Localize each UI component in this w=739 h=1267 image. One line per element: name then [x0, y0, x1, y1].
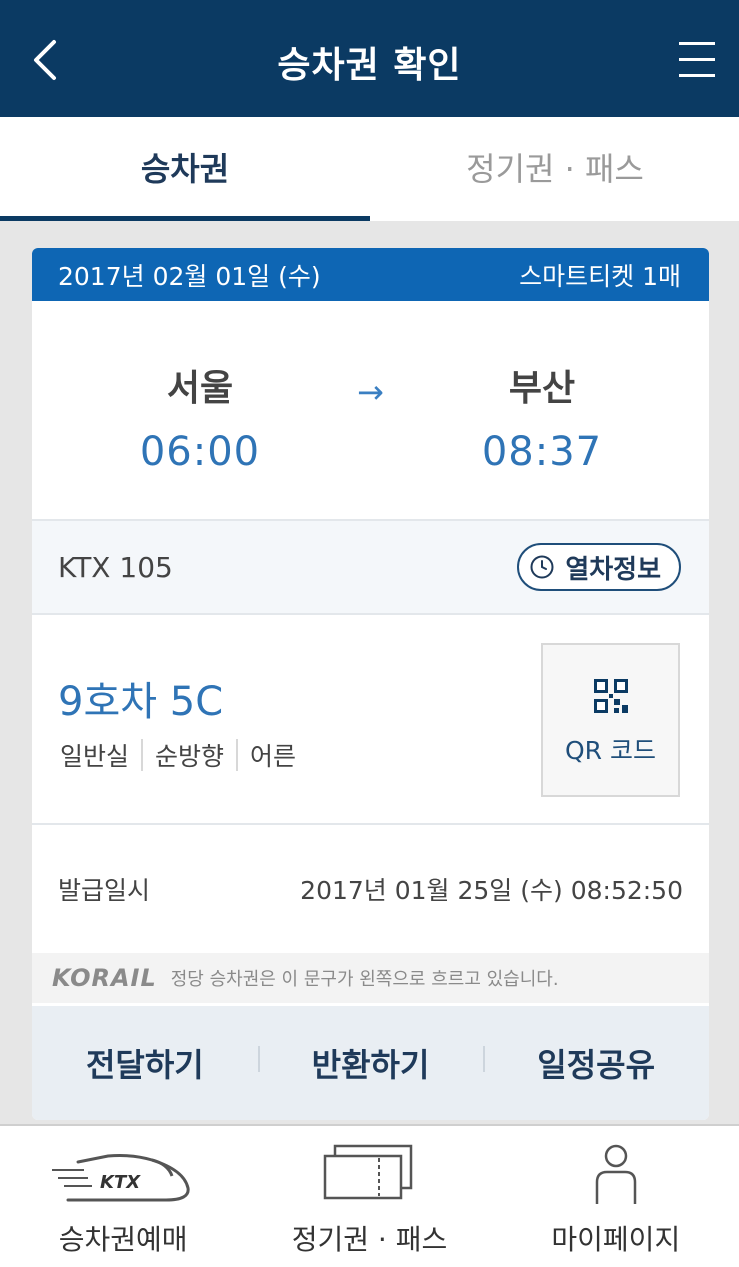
qr-code-button[interactable]: QR 코드 — [541, 643, 680, 797]
train-info-label: 열차정보 — [565, 554, 661, 585]
tab-ticket[interactable]: 승차권 — [0, 117, 370, 221]
ticket-actions: 전달하기 반환하기 일정공유 — [32, 1006, 709, 1120]
seat-section: 9호차 5C 일반실 순방향 어른 QR 코드 — [32, 615, 709, 825]
refund-button[interactable]: 반환하기 — [257, 1040, 484, 1086]
divider — [141, 739, 144, 771]
page-title: 승차권 확인 — [277, 45, 462, 86]
ticket-type: 스마트티켓 1매 — [519, 261, 681, 291]
app-header: 승차권 확인 — [0, 0, 739, 117]
nav-my-page[interactable]: 마이페이지 — [493, 1126, 739, 1267]
transfer-button[interactable]: 전달하기 — [32, 1040, 258, 1086]
ticket-pass-icon — [324, 1144, 413, 1200]
departure: 서울 06:00 — [100, 359, 300, 475]
issued-row: 발급일시 2017년 01월 25일 (수) 08:52:50 — [32, 825, 709, 953]
ktx-icon-text: KTX — [100, 1172, 141, 1193]
validity-strip: KORAIL 정당 승차권은 이 문구가 왼쪽으로 흐르고 있습니다. — [32, 953, 709, 1003]
seat-direction: 순방향 — [155, 742, 225, 771]
ticket-tabs: 승차권 정기권 · 패스 — [0, 117, 739, 221]
arrival-time: 08:37 — [481, 429, 603, 475]
clock-icon — [530, 555, 554, 579]
bottom-nav: KTX 승차권예매 정기권 · 패스 마이페이지 — [0, 1124, 739, 1267]
train-number: KTX 105 — [58, 550, 173, 584]
ticket-card-header: 2017년 02월 01일 (수) 스마트티켓 1매 — [32, 248, 709, 301]
passenger-type: 어른 — [250, 742, 297, 771]
nav-ticket-booking[interactable]: KTX 승차권예매 — [0, 1126, 246, 1267]
korail-logo: KORAIL — [52, 964, 157, 992]
departure-time: 06:00 — [139, 429, 261, 475]
train-row: KTX 105 열차정보 — [32, 521, 709, 615]
nav-label-mypage: 마이페이지 — [551, 1223, 681, 1256]
ktx-train-icon: KTX — [52, 1154, 190, 1202]
validity-text: 정당 승차권은 이 문구가 왼쪽으로 흐르고 있습니다. — [170, 969, 559, 990]
seat-number: 9호차 5C — [58, 679, 224, 725]
issued-label: 발급일시 — [58, 876, 151, 905]
seat-details: 일반실 순방향 어른 — [60, 737, 296, 773]
issued-datetime: 2017년 01월 25일 (수) 08:52:50 — [300, 876, 683, 905]
departure-station: 서울 — [166, 368, 234, 409]
arrival: 부산 08:37 — [442, 359, 642, 475]
divider — [236, 739, 239, 771]
person-icon — [595, 1144, 637, 1204]
nav-season-pass[interactable]: 정기권 · 패스 — [246, 1126, 492, 1267]
nav-label-pass: 정기권 · 패스 — [291, 1223, 448, 1256]
arrival-station: 부산 — [508, 368, 576, 409]
seat-class: 일반실 — [60, 742, 130, 771]
route-section: 서울 06:00 → 부산 08:37 — [32, 301, 709, 521]
hamburger-menu-icon[interactable] — [679, 42, 715, 80]
nav-label-booking: 승차권예매 — [58, 1223, 188, 1256]
train-info-button[interactable]: 열차정보 — [517, 543, 681, 591]
ticket-card: 2017년 02월 01일 (수) 스마트티켓 1매 서울 06:00 → 부산… — [32, 248, 709, 1120]
share-schedule-button[interactable]: 일정공유 — [483, 1040, 709, 1086]
travel-date: 2017년 02월 01일 (수) — [58, 261, 321, 291]
route-arrow-icon: → — [357, 373, 384, 411]
qr-code-label: QR 코드 — [565, 736, 656, 765]
tab-season-pass[interactable]: 정기권 · 패스 — [370, 117, 739, 221]
qr-code-icon — [593, 679, 628, 713]
